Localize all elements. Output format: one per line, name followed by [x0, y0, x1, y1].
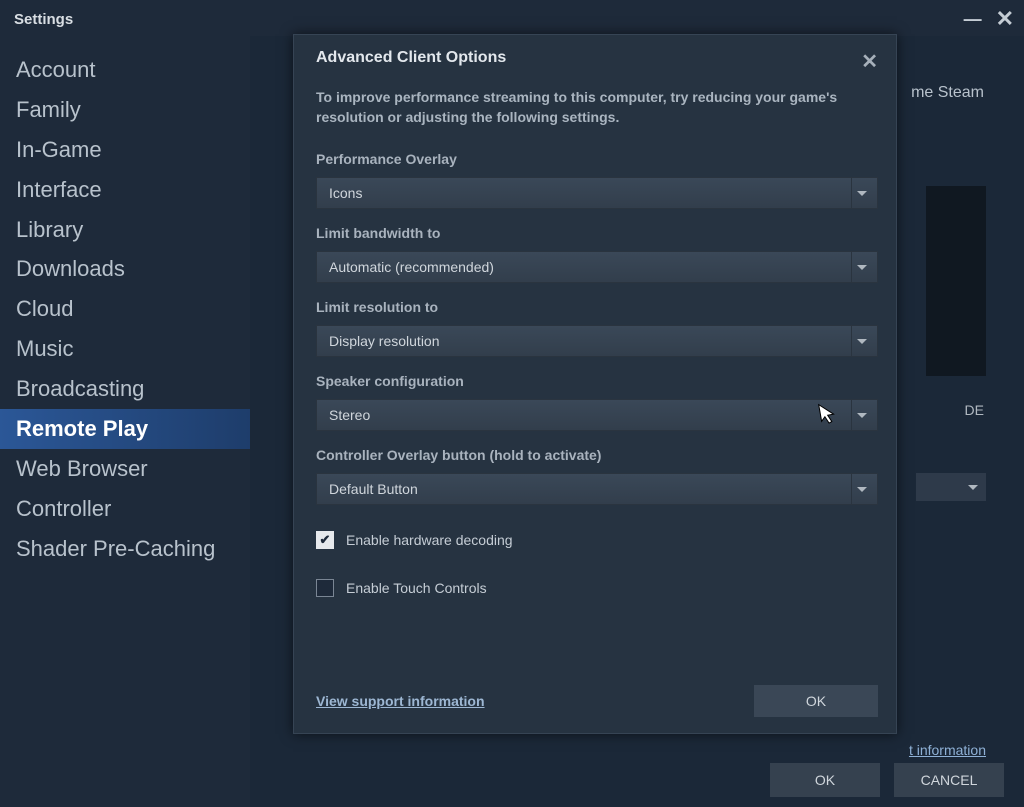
dialog-ok-button[interactable]: OK [754, 685, 878, 717]
dialog-footer: View support information OK [316, 685, 878, 717]
chevron-down-icon [851, 474, 871, 504]
sidebar-item-web-browser[interactable]: Web Browser [0, 449, 250, 489]
checkbox-icon [316, 579, 334, 597]
limit-resolution-label: Limit resolution to [316, 299, 878, 315]
speaker-config-label: Speaker configuration [316, 373, 878, 389]
background-support-link-partial[interactable]: t information [909, 742, 986, 758]
settings-cancel-button[interactable]: CANCEL [894, 763, 1004, 797]
advanced-client-options-dialog: Advanced Client Options ✕ To improve per… [293, 34, 897, 734]
enable-touch-controls-label: Enable Touch Controls [346, 580, 487, 596]
titlebar-buttons: — ✕ [964, 8, 1014, 30]
sidebar-item-cloud[interactable]: Cloud [0, 289, 250, 329]
controller-overlay-button-label: Controller Overlay button (hold to activ… [316, 447, 878, 463]
dialog-title: Advanced Client Options [316, 49, 506, 67]
chevron-down-icon [968, 485, 978, 490]
settings-window: Settings — ✕ Account Family In-Game Inte… [0, 0, 1024, 807]
sidebar-item-controller[interactable]: Controller [0, 489, 250, 529]
sidebar-item-library[interactable]: Library [0, 210, 250, 250]
sidebar-item-interface[interactable]: Interface [0, 170, 250, 210]
enable-touch-controls-checkbox[interactable]: Enable Touch Controls [316, 579, 878, 597]
performance-overlay-label: Performance Overlay [316, 151, 878, 167]
sidebar-item-remote-play[interactable]: Remote Play [0, 409, 250, 449]
performance-overlay-value: Icons [329, 185, 362, 201]
chevron-down-icon [851, 178, 871, 208]
sidebar-item-shader-pre-caching[interactable]: Shader Pre-Caching [0, 529, 250, 569]
limit-bandwidth-label: Limit bandwidth to [316, 225, 878, 241]
background-partial-code: DE [965, 402, 984, 418]
chevron-down-icon [851, 400, 871, 430]
dialog-close-button[interactable]: ✕ [861, 49, 878, 74]
enable-hardware-decoding-label: Enable hardware decoding [346, 532, 513, 548]
chevron-down-icon [851, 326, 871, 356]
limit-resolution-select[interactable]: Display resolution [316, 325, 878, 357]
dialog-description: To improve performance streaming to this… [316, 88, 878, 127]
sidebar-item-in-game[interactable]: In-Game [0, 130, 250, 170]
limit-bandwidth-value: Automatic (recommended) [329, 259, 494, 275]
settings-ok-button[interactable]: OK [770, 763, 880, 797]
speaker-config-select[interactable]: Stereo [316, 399, 878, 431]
controller-overlay-button-select[interactable]: Default Button [316, 473, 878, 505]
sidebar-item-account[interactable]: Account [0, 50, 250, 90]
background-preview-panel [926, 186, 986, 376]
sidebar: Account Family In-Game Interface Library… [0, 36, 250, 807]
window-title: Settings [14, 11, 73, 28]
sidebar-item-broadcasting[interactable]: Broadcasting [0, 369, 250, 409]
settings-footer: OK CANCEL [770, 763, 1004, 797]
view-support-information-link[interactable]: View support information [316, 693, 485, 709]
sidebar-item-music[interactable]: Music [0, 329, 250, 369]
dialog-header: Advanced Client Options ✕ [316, 49, 878, 74]
controller-overlay-button-value: Default Button [329, 481, 418, 497]
checkbox-icon: ✔ [316, 531, 334, 549]
chevron-down-icon [851, 252, 871, 282]
performance-overlay-select[interactable]: Icons [316, 177, 878, 209]
limit-bandwidth-select[interactable]: Automatic (recommended) [316, 251, 878, 283]
sidebar-item-family[interactable]: Family [0, 90, 250, 130]
enable-hardware-decoding-checkbox[interactable]: ✔ Enable hardware decoding [316, 531, 878, 549]
limit-resolution-value: Display resolution [329, 333, 440, 349]
minimize-button[interactable]: — [964, 10, 982, 28]
background-partial-text: me Steam [911, 84, 984, 102]
background-select-partial[interactable] [916, 473, 986, 501]
close-button[interactable]: ✕ [996, 8, 1014, 30]
sidebar-item-downloads[interactable]: Downloads [0, 249, 250, 289]
titlebar: Settings — ✕ [0, 0, 1024, 36]
speaker-config-value: Stereo [329, 407, 370, 423]
